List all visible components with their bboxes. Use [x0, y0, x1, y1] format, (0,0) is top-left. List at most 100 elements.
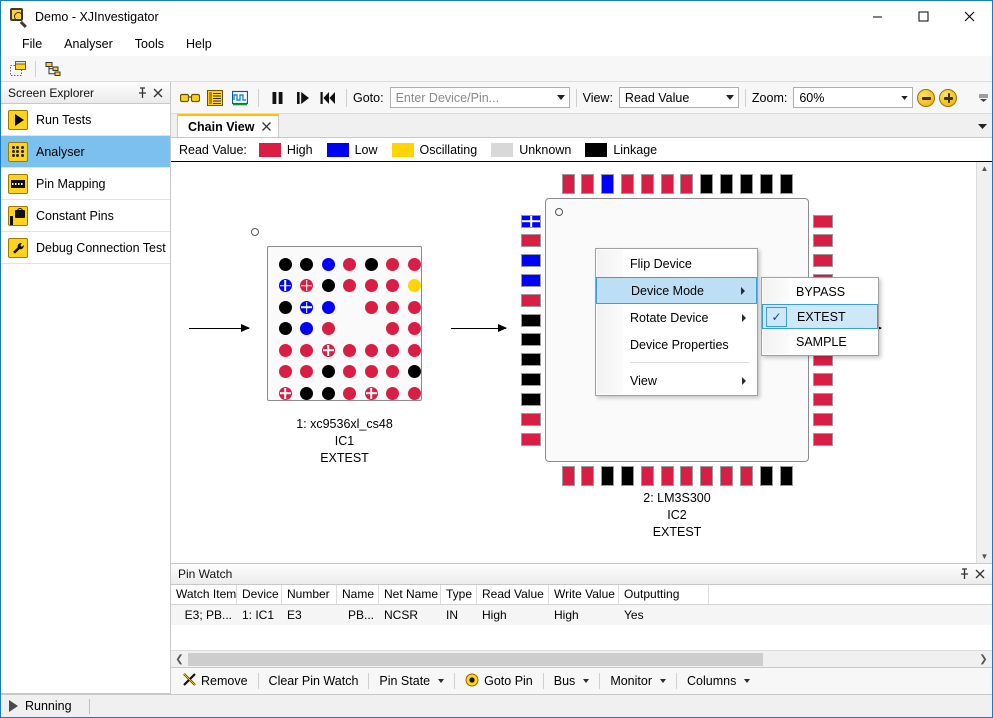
device1-ball[interactable] [407, 343, 421, 357]
device1-ball[interactable] [386, 365, 399, 378]
menu-file[interactable]: File [11, 34, 53, 54]
device2-pin-top[interactable] [601, 174, 615, 194]
device2-pin-right[interactable] [813, 254, 833, 268]
device1-ball[interactable] [300, 343, 313, 357]
glasses-icon[interactable] [177, 86, 202, 110]
column-header-device[interactable]: Device [237, 585, 282, 604]
device1-ball[interactable] [278, 257, 292, 271]
chevron-down-icon[interactable] [722, 88, 738, 107]
sidebar-item-constant-pins[interactable]: Constant Pins [1, 200, 170, 232]
zoom-select[interactable]: 60% [793, 87, 914, 108]
device2-pin-left[interactable] [521, 254, 541, 268]
device1-ball[interactable] [407, 365, 421, 378]
device2-pin-left[interactable] [521, 412, 541, 426]
context-menu-item-flip-device[interactable]: Flip Device [596, 250, 757, 277]
waveform-icon[interactable] [227, 86, 252, 110]
device1-ball[interactable] [407, 322, 421, 335]
device2-pin-bottom[interactable] [700, 466, 714, 486]
device2-pin-top[interactable] [779, 174, 793, 194]
device2-pin-left[interactable] [521, 333, 541, 347]
sidebar-item-pin-mapping[interactable]: Pin Mapping [1, 168, 170, 200]
device2-pin-right[interactable] [813, 392, 833, 406]
screen-explorer-icon[interactable] [6, 58, 30, 80]
device1-ball[interactable] [278, 343, 292, 357]
hierarchy-icon[interactable] [41, 58, 65, 80]
column-header-number[interactable]: Number [282, 585, 337, 604]
menu-tools[interactable]: Tools [124, 34, 175, 54]
device2-pin-bottom[interactable] [739, 466, 753, 486]
device1-ball[interactable] [364, 386, 378, 400]
rewind-icon[interactable] [315, 86, 340, 110]
tab-chain-view[interactable]: Chain View [177, 114, 280, 137]
device2-pin-top[interactable] [581, 174, 595, 194]
device1-ball[interactable] [278, 300, 292, 314]
pin-watch-horizontal-scrollbar[interactable]: ❮ ❯ [171, 650, 992, 667]
device2-pin-top[interactable] [680, 174, 694, 194]
scroll-left-arrow-icon[interactable]: ❮ [171, 651, 188, 667]
goto-device-pin-input[interactable]: Enter Device/Pin... [389, 87, 570, 108]
pin-icon[interactable] [134, 85, 150, 101]
pin-watch-pin-state-button[interactable]: Pin State [372, 671, 451, 691]
device2-pin-bottom[interactable] [640, 466, 654, 486]
pause-icon[interactable] [265, 86, 290, 110]
list-view-icon[interactable] [202, 86, 227, 110]
column-header-watch-item[interactable]: Watch Item [171, 585, 237, 604]
device1-ball[interactable] [386, 279, 399, 292]
device2-pin-left[interactable] [521, 293, 541, 307]
chevron-down-icon[interactable] [972, 115, 992, 137]
device2-pin-bottom[interactable] [581, 466, 595, 486]
device1-ball[interactable] [321, 257, 335, 271]
device1-ball[interactable] [386, 343, 399, 357]
pin-watch-remove-button[interactable]: Remove [176, 670, 255, 692]
device1-ball[interactable] [407, 386, 421, 400]
close-icon[interactable] [150, 85, 166, 101]
device1-ball[interactable] [386, 300, 399, 314]
device1-ball[interactable] [343, 257, 356, 271]
canvas-vertical-scrollbar[interactable]: ▲ ▼ [976, 162, 992, 563]
device1-ball[interactable] [343, 279, 356, 292]
menu-analyser[interactable]: Analyser [53, 34, 124, 54]
toolbar-overflow-icon[interactable] [977, 86, 990, 110]
device2-pin-left[interactable] [521, 373, 541, 387]
device1-ball[interactable] [300, 257, 313, 271]
close-icon[interactable] [262, 120, 272, 134]
device-ic1[interactable] [267, 246, 422, 401]
device2-pin-top[interactable] [720, 174, 734, 194]
sidebar-item-run-tests[interactable]: Run Tests [1, 104, 170, 136]
pin-watch-clear-pin-watch-button[interactable]: Clear Pin Watch [262, 671, 366, 691]
device2-pin-bottom[interactable] [720, 466, 734, 486]
device1-ball[interactable] [300, 279, 313, 292]
device1-ball[interactable] [343, 343, 356, 357]
column-header-read-value[interactable]: Read Value [477, 585, 549, 604]
device1-ball[interactable] [386, 257, 399, 271]
device2-pin-left[interactable] [521, 273, 541, 287]
device2-pin-top[interactable] [640, 174, 654, 194]
device-mode-option-extest[interactable]: ✓ EXTEST [762, 304, 878, 329]
context-menu-item-device-mode[interactable]: Device Mode [596, 277, 757, 304]
device2-pin-top[interactable] [759, 174, 773, 194]
sidebar-item-analyser[interactable]: Analyser [1, 136, 170, 168]
pin-watch-columns-button[interactable]: Columns [680, 671, 757, 691]
device2-pin-bottom[interactable] [601, 466, 615, 486]
close-button[interactable] [946, 1, 992, 32]
device2-pin-right[interactable] [813, 234, 833, 248]
device2-pin-left[interactable] [521, 234, 541, 248]
device1-ball[interactable] [364, 279, 378, 292]
device1-ball[interactable] [300, 322, 313, 335]
context-menu-item-device-properties[interactable]: Device Properties [596, 331, 757, 358]
scroll-right-arrow-icon[interactable]: ❯ [975, 651, 992, 667]
column-header-write-value[interactable]: Write Value [549, 585, 619, 604]
device1-ball[interactable] [278, 386, 292, 400]
pin-watch-goto-pin-button[interactable]: Goto Pin [458, 670, 540, 693]
device2-pin-left[interactable] [521, 432, 541, 446]
device1-ball[interactable] [321, 300, 335, 314]
scroll-up-arrow-icon[interactable]: ▲ [981, 164, 989, 173]
scrollbar-track[interactable] [188, 651, 975, 667]
device1-ball[interactable] [300, 386, 313, 400]
device1-ball[interactable] [321, 343, 335, 357]
device2-pin-top[interactable] [700, 174, 714, 194]
device2-pin-right[interactable] [813, 412, 833, 426]
device1-ball[interactable] [364, 300, 378, 314]
device1-ball[interactable] [407, 279, 421, 292]
device1-ball[interactable] [407, 300, 421, 314]
